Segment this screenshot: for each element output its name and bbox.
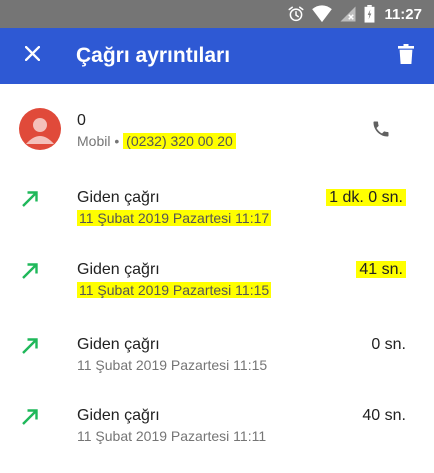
outgoing-call-icon bbox=[20, 189, 40, 214]
wifi-icon bbox=[312, 5, 333, 23]
call-row[interactable]: Giden çağrı 11 Şubat 2019 Pazartesi 11:1… bbox=[0, 330, 434, 386]
trash-icon bbox=[398, 43, 414, 69]
call-duration-text: 40 sn. bbox=[362, 407, 406, 424]
status-bar: 11:27 bbox=[0, 0, 434, 28]
call-row[interactable]: Giden çağrı 11 Şubat 2019 Pazartesi 11:1… bbox=[0, 401, 434, 457]
call-date-text: 11 Şubat 2019 Pazartesi 11:11 bbox=[77, 428, 267, 444]
call-duration-text: 1 dk. 0 sn. bbox=[326, 189, 406, 206]
call-date-text: 11 Şubat 2019 Pazartesi 11:17 bbox=[77, 210, 272, 226]
call-date: 11 Şubat 2019 Pazartesi 11:15 bbox=[77, 357, 267, 373]
contact-name: 0 bbox=[77, 112, 86, 129]
call-duration-text: 41 sn. bbox=[356, 261, 406, 278]
call-duration-text: 0 sn. bbox=[371, 336, 406, 353]
outgoing-call-icon bbox=[20, 336, 40, 361]
alarm-icon bbox=[287, 5, 305, 23]
call-type: Giden çağrı bbox=[77, 336, 160, 353]
outgoing-call-icon bbox=[20, 407, 40, 432]
close-icon bbox=[24, 45, 40, 66]
close-button[interactable] bbox=[0, 28, 64, 84]
avatar[interactable] bbox=[19, 108, 61, 150]
call-date-text: 11 Şubat 2019 Pazartesi 11:15 bbox=[77, 282, 272, 298]
call-duration: 41 sn. bbox=[356, 261, 406, 279]
battery-icon bbox=[364, 5, 375, 23]
delete-button[interactable] bbox=[378, 28, 434, 84]
phone-icon bbox=[371, 119, 391, 144]
call-row[interactable]: Giden çağrı 11 Şubat 2019 Pazartesi 11:1… bbox=[0, 183, 434, 239]
call-duration: 40 sn. bbox=[362, 407, 406, 425]
page-title: Çağrı ayrıntıları bbox=[76, 44, 231, 67]
call-date: 11 Şubat 2019 Pazartesi 11:15 bbox=[77, 282, 272, 298]
phone-number: (0232) 320 00 20 bbox=[123, 133, 236, 149]
no-signal-icon bbox=[339, 5, 357, 23]
call-type: Giden çağrı bbox=[77, 407, 160, 424]
separator-dot: • bbox=[110, 133, 124, 149]
phone-type-label: Mobil bbox=[77, 133, 111, 149]
contact-row: 0 Mobil • (0232) 320 00 20 bbox=[0, 100, 434, 160]
person-icon bbox=[26, 118, 54, 144]
contact-subtitle: Mobil • (0232) 320 00 20 bbox=[77, 133, 236, 149]
call-date: 11 Şubat 2019 Pazartesi 11:11 bbox=[77, 428, 266, 444]
call-type: Giden çağrı bbox=[77, 261, 160, 278]
call-row[interactable]: Giden çağrı 11 Şubat 2019 Pazartesi 11:1… bbox=[0, 255, 434, 311]
call-duration: 1 dk. 0 sn. bbox=[326, 189, 406, 207]
app-bar: Çağrı ayrıntıları bbox=[0, 28, 434, 84]
call-button[interactable] bbox=[366, 116, 396, 146]
outgoing-call-icon bbox=[20, 261, 40, 286]
status-time: 11:27 bbox=[384, 5, 422, 23]
call-type: Giden çağrı bbox=[77, 189, 160, 206]
call-date-text: 11 Şubat 2019 Pazartesi 11:15 bbox=[77, 357, 268, 373]
call-duration: 0 sn. bbox=[371, 336, 406, 354]
call-date: 11 Şubat 2019 Pazartesi 11:17 bbox=[77, 210, 272, 226]
